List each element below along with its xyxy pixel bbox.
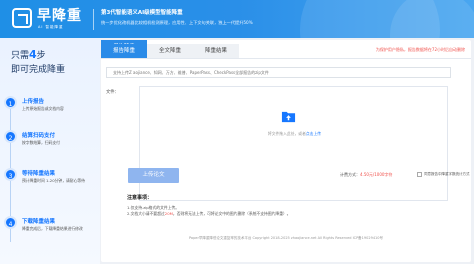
- agree-checkbox[interactable]: [417, 172, 422, 177]
- tab-full-rewrite[interactable]: 全文降重: [147, 44, 193, 58]
- file-label: 文件：: [106, 90, 119, 95]
- step-description: 按字数结算，扫码支付: [22, 140, 60, 145]
- sidebar-heading-number: 4: [29, 48, 37, 61]
- sidebar-heading-prefix: 只需: [11, 51, 30, 61]
- copyright-footer: Paper早降重降低论文重复率的技术平台 Copyright 2018-2025…: [188, 236, 384, 240]
- step-title: 等待降重结果: [22, 171, 56, 177]
- sidebar-heading-suffix: 步: [36, 51, 46, 61]
- header-divider: [93, 9, 94, 30]
- pricing-label: 计费方式：: [340, 172, 360, 177]
- sidebar-subheading: 即可完成降重: [11, 65, 66, 75]
- note-highlight: 20M: [164, 211, 173, 216]
- sidebar-heading: 只需4步: [11, 48, 46, 61]
- banner-title: 第3代智能语义AI级模型智能降重: [101, 10, 183, 16]
- steps-sidebar: 只需4步 即可完成降重 1 上传报告 上传原始报告或文档内容 2 结算扫码支付 …: [0, 38, 100, 264]
- step-number: 3: [4, 168, 17, 181]
- agree-checkbox-label[interactable]: 同意报告中降重字数统计方式: [424, 172, 470, 177]
- dropzone-hint-text: 将文件拖入此处，或者: [267, 131, 306, 136]
- file-dropzone[interactable]: 将文件拖入此处，或者点击上传: [139, 86, 448, 201]
- step-title: 上传报告: [22, 99, 45, 105]
- tab-divider: [101, 58, 471, 59]
- step-description: 降重完成后，下载降重结果进行修改: [22, 226, 83, 231]
- pricing-info: 计费方式：4.50元/1000字符: [340, 172, 392, 178]
- step-description: 上传原始报告或文档内容: [22, 106, 64, 111]
- notes-title: 注意事项：: [127, 195, 153, 201]
- top-banner: 早降重 AI 智能降重 第3代智能语义AI级模型智能降重 统一步优化改机器比较相…: [0, 0, 474, 38]
- pricing-value: 4.50元/1000字符: [360, 172, 393, 177]
- step-number: 2: [4, 130, 17, 143]
- note-item: 2.文档大小请不要超过20M，否则将无法上传，可将论文中的图片删除（系统不支持图…: [127, 211, 447, 217]
- step-number: 4: [4, 216, 17, 229]
- privacy-notice: 为保护用户隐私，报告数据将在72小时后自动删除: [375, 47, 465, 52]
- dropzone-hint: 将文件拖入此处，或者点击上传: [140, 131, 449, 137]
- step-description: 预计降重时间 1-20分钟，请耐心等待: [22, 178, 85, 183]
- logo-subtitle: AI 智能降重: [38, 25, 64, 29]
- note-text-tail: ，否则将无法上传，可将论文中的图片删除（系统不支持图片降重）。: [172, 211, 291, 216]
- upload-folder-icon: [281, 111, 296, 123]
- tab-label: 报告降重: [112, 48, 135, 54]
- logo-icon[interactable]: [12, 8, 32, 28]
- step-number: 1: [4, 96, 17, 109]
- banner-decoration: [390, 0, 474, 38]
- main-panel: 报告降重 报告降重 全文降重 降重结果 为保护用户隐私，报告数据将在72小时后自…: [101, 40, 471, 262]
- tab-label: 降重结果: [204, 48, 227, 54]
- logo-name[interactable]: 早降重: [37, 5, 82, 25]
- notes-section: 注意事项： 1.仅支持.zip格式的文件上传。 2.文档大小请不要超过20M，否…: [127, 194, 447, 234]
- step-title: 下载降重结果: [22, 219, 56, 225]
- click-upload-link[interactable]: 点击上传: [306, 131, 321, 136]
- banner-description: 统一步优化改机器比较相机检测原理，应用性、上下文句关联，独上一代提升50%: [101, 20, 253, 25]
- note-text: 2.文档大小请不要超过: [127, 211, 165, 216]
- paper-title-input[interactable]: [106, 67, 451, 78]
- upload-paper-button[interactable]: 上传论文: [128, 168, 179, 183]
- tab-label: 全文降重: [158, 48, 181, 54]
- tab-rewrite-result[interactable]: 降重结果: [193, 44, 239, 58]
- tab-report-rewrite-active[interactable]: 报告降重: [101, 44, 147, 58]
- step-title: 结算扫码支付: [22, 133, 56, 139]
